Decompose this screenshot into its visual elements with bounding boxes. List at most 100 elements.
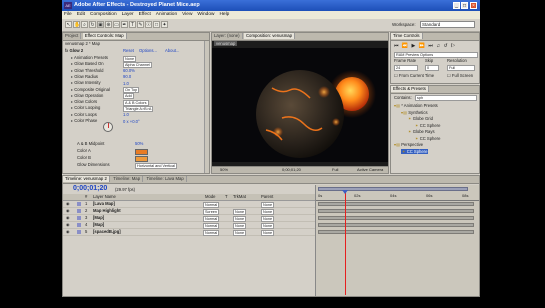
color-a-swatch[interactable] xyxy=(135,148,148,155)
audio-icon[interactable]: ♫ xyxy=(436,43,441,49)
camera-dropdown[interactable]: Active Camera xyxy=(357,167,383,173)
prop-row[interactable]: ▸ Glow Based On Alpha Channel xyxy=(71,61,207,68)
visibility-eye-icon[interactable]: ◉ xyxy=(66,201,70,207)
resolution-dropdown-ram[interactable]: Full xyxy=(447,65,475,71)
current-time-indicator[interactable] xyxy=(345,191,346,295)
skip-input[interactable]: 0 xyxy=(425,65,439,71)
prev-frame-icon[interactable]: ⏪ xyxy=(402,43,409,49)
last-frame-icon[interactable]: ⏭ xyxy=(428,43,434,49)
menu-animation[interactable]: Animation xyxy=(156,12,177,17)
full-screen-checkbox[interactable]: ☐ Full Screen xyxy=(447,73,473,79)
layer-duration-bar[interactable] xyxy=(318,223,474,227)
prop-row[interactable]: ▸ Color Phase 0 x +0.0° xyxy=(71,118,207,124)
ram-preview-icon[interactable]: ▷ xyxy=(451,43,456,49)
prop-row[interactable]: ▸ Glow Intensity 1.0 xyxy=(71,80,207,86)
current-time-indicator-head[interactable] xyxy=(342,190,348,194)
tab-project[interactable]: Project xyxy=(63,33,82,39)
prop-value[interactable]: 1.0 xyxy=(123,81,129,87)
prop-value[interactable]: 1.0 xyxy=(123,112,129,118)
work-area-bar[interactable] xyxy=(318,187,468,191)
layer-color-label[interactable] xyxy=(77,223,81,227)
effects-tree-item[interactable]: ▾▤ Perspective xyxy=(394,142,423,148)
layer-color-label[interactable] xyxy=(77,230,81,234)
menu-window[interactable]: Window xyxy=(197,12,214,17)
layer-parent-dropdown[interactable]: None xyxy=(261,208,275,215)
prop-row[interactable]: ▸ Composite Original On Top xyxy=(71,87,207,93)
prop-row[interactable]: ▸ Glow Colors A & B Colors xyxy=(71,99,207,106)
time-ruler[interactable]: 0s 02s 04s 06s 08s xyxy=(316,192,479,201)
prop-value[interactable]: 90.0 xyxy=(123,74,131,80)
prop-row[interactable]: ▸ Glow Operation Add xyxy=(71,93,207,100)
pen-tool-icon[interactable]: ✒ xyxy=(121,21,128,28)
col-layer-name[interactable]: Layer Name xyxy=(93,194,116,200)
options-link[interactable]: Options... xyxy=(139,48,157,54)
prop-row[interactable]: ▸ Animation Presets None xyxy=(71,55,207,62)
menu-edit[interactable]: Edit xyxy=(77,12,85,17)
layer-trkmat-dropdown[interactable]: None xyxy=(233,222,247,229)
tab-layer[interactable]: Layer: (none) xyxy=(212,33,243,39)
menu-file[interactable]: File xyxy=(64,12,72,17)
current-time-display[interactable]: 0;00;01;20 xyxy=(282,167,301,173)
menu-effect[interactable]: Effect xyxy=(139,12,151,17)
eraser-tool-icon[interactable]: □ xyxy=(153,21,160,28)
layer-mode-dropdown[interactable]: Normal xyxy=(203,222,220,229)
layer-mode-dropdown[interactable]: Normal xyxy=(203,229,220,236)
prop-row[interactable]: ▸ Glow Threshold 60.0% xyxy=(71,68,207,74)
effects-tree-item[interactable]: ✶ CC Sphere xyxy=(415,123,440,129)
frame-rate-dropdown[interactable]: 24 xyxy=(394,65,418,71)
layer-mode-dropdown[interactable]: Normal xyxy=(203,215,220,222)
reset-link[interactable]: Reset xyxy=(123,48,134,54)
layer-duration-bar[interactable] xyxy=(318,209,474,213)
effects-tree-item[interactable]: ✶ Globe Rays xyxy=(408,129,435,135)
prop-color-b[interactable]: Color B xyxy=(77,155,207,162)
layer-parent-dropdown[interactable]: None xyxy=(261,201,275,208)
timeline-timecode[interactable]: 0;00;01;20 xyxy=(73,185,107,192)
menu-help[interactable]: Help xyxy=(219,12,229,17)
prop-glow-dimensions[interactable]: Glow Dimensions Horizontal and Vertical xyxy=(77,162,207,169)
layer-duration-bar[interactable] xyxy=(318,216,474,220)
layer-mode-dropdown[interactable]: Normal xyxy=(203,201,220,208)
zoom-tool-icon[interactable]: ⌕ xyxy=(81,21,88,28)
play-icon[interactable]: ▶ xyxy=(412,43,417,49)
prop-value[interactable]: 0 x +0.0° xyxy=(123,119,140,125)
rotate-tool-icon[interactable]: ↻ xyxy=(89,21,96,28)
effects-tree-item[interactable]: ✶ CC Sphere xyxy=(401,148,429,154)
menu-layer[interactable]: Layer xyxy=(122,12,134,17)
layer-duration-bar[interactable] xyxy=(318,202,474,206)
text-tool-icon[interactable]: T xyxy=(129,21,136,28)
timeline-layer-row[interactable]: ◉ 2 Map Highlight Screen None None xyxy=(63,208,315,215)
tab-timeline-lava-map[interactable]: Timeline: Lava Map xyxy=(144,176,187,182)
puppet-tool-icon[interactable]: ✦ xyxy=(161,21,168,28)
selection-tool-icon[interactable]: ↖ xyxy=(65,21,72,28)
title-bar[interactable]: AE Adobe After Effects - Destroyed Plane… xyxy=(62,0,480,11)
clone-tool-icon[interactable]: ☉ xyxy=(145,21,152,28)
from-current-time-checkbox[interactable]: ☐ From Current Time xyxy=(394,73,434,79)
zoom-dropdown[interactable]: 50% xyxy=(220,167,228,173)
effects-tree-item[interactable]: ✶ CC Sphere xyxy=(415,136,440,142)
panel-scrollbar[interactable] xyxy=(204,41,209,173)
timeline-layer-row[interactable]: ◉ 3 [Map] Normal None None xyxy=(63,215,315,222)
prop-value[interactable]: 50% xyxy=(135,141,143,147)
timeline-layer-row[interactable]: ◉ 5 [spacedB.jpg] Normal None None xyxy=(63,229,315,236)
layer-trkmat-dropdown[interactable]: None xyxy=(233,215,247,222)
timeline-layer-row[interactable]: ◉ 4 [Map] Normal None None xyxy=(63,222,315,229)
about-link[interactable]: About... xyxy=(165,48,179,54)
mask-tool-icon[interactable]: ▭ xyxy=(113,21,120,28)
visibility-eye-icon[interactable]: ◉ xyxy=(66,222,70,228)
color-b-swatch[interactable] xyxy=(135,155,148,162)
close-button[interactable]: × xyxy=(470,2,477,9)
layer-trkmat-dropdown[interactable]: None xyxy=(233,208,247,215)
brush-tool-icon[interactable]: ✎ xyxy=(137,21,144,28)
prop-row[interactable]: ▸ Color Loops 1.0 xyxy=(71,112,207,118)
glow-dimensions-dropdown[interactable]: Horizontal and Vertical xyxy=(135,162,177,169)
prop-row[interactable]: ▸ Color Looping Triangle A>B>A xyxy=(71,105,207,112)
tab-time-controls[interactable]: Time Controls xyxy=(391,33,423,39)
tab-effects-presets[interactable]: Effects & Presets xyxy=(391,86,429,92)
layer-parent-dropdown[interactable]: None xyxy=(261,229,275,236)
layer-color-label[interactable] xyxy=(77,202,81,206)
layer-color-label[interactable] xyxy=(77,216,81,220)
next-frame-icon[interactable]: ⏩ xyxy=(419,43,426,49)
layer-name[interactable]: [Map] xyxy=(93,215,104,221)
effects-search-input[interactable]: sph xyxy=(415,95,477,101)
maximize-button[interactable]: □ xyxy=(461,2,468,9)
